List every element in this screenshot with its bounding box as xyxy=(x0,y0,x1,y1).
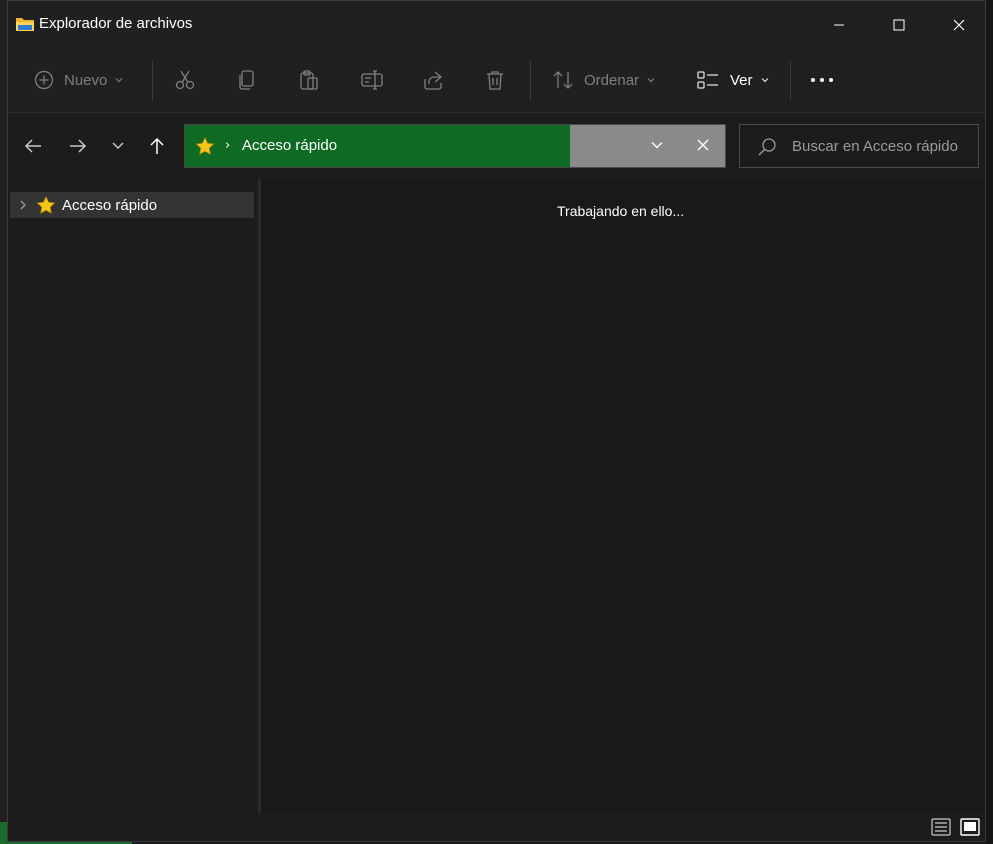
search-icon xyxy=(758,138,776,156)
command-bar: Nuevo Ordenar Ver xyxy=(8,49,985,113)
clipboard-icon xyxy=(300,70,318,90)
chevron-down-icon xyxy=(761,78,768,83)
rename-button[interactable] xyxy=(360,63,384,97)
address-bar[interactable]: › Acceso rápido xyxy=(184,124,726,168)
trash-icon xyxy=(487,71,503,90)
new-label: Nuevo xyxy=(64,71,108,89)
file-explorer-window: Explorador de archivos Nuevo Ordenar Ver… xyxy=(7,0,986,842)
status-bar xyxy=(8,813,985,841)
share-button[interactable] xyxy=(422,63,444,97)
expand-chevron-icon[interactable] xyxy=(18,199,32,211)
view-list-icon xyxy=(697,71,718,89)
chevron-down-icon[interactable] xyxy=(649,137,665,153)
stop-loading-icon[interactable] xyxy=(695,137,711,153)
maximize-button[interactable] xyxy=(869,1,929,49)
sort-label: Ordenar xyxy=(584,71,640,89)
large-icons-view-icon xyxy=(960,818,980,836)
back-button[interactable] xyxy=(18,133,48,159)
rename-icon xyxy=(361,70,383,90)
chevron-down-icon xyxy=(115,78,123,83)
navigation-pane: Acceso rápido xyxy=(8,179,258,813)
plus-circle-icon xyxy=(34,70,54,90)
more-horizontal-icon xyxy=(811,78,833,82)
minimize-button[interactable] xyxy=(809,1,869,49)
scissors-icon xyxy=(175,70,195,90)
content-area[interactable]: Trabajando en ello... xyxy=(261,179,985,813)
cut-button[interactable] xyxy=(174,63,196,97)
arrow-up-icon xyxy=(150,137,164,154)
tree-item-quick-access[interactable]: Acceso rápido xyxy=(10,192,254,218)
search-box[interactable]: Buscar en Acceso rápido xyxy=(739,124,979,168)
copy-button[interactable] xyxy=(236,63,258,97)
forward-button[interactable] xyxy=(63,133,93,159)
folder-icon xyxy=(16,18,34,31)
view-button[interactable]: Ver xyxy=(696,63,771,97)
recent-locations-button[interactable] xyxy=(103,133,133,159)
title-bar[interactable]: Explorador de archivos xyxy=(8,1,985,49)
minimize-icon xyxy=(834,24,844,26)
toolbar-separator xyxy=(530,61,531,101)
close-icon xyxy=(953,19,965,31)
view-label: Ver xyxy=(730,71,753,89)
details-view-icon xyxy=(931,818,951,836)
new-button[interactable]: Nuevo xyxy=(34,63,125,97)
up-button[interactable] xyxy=(142,133,172,159)
navigation-bar: › Acceso rápido Buscar en Acceso rápido xyxy=(8,113,985,179)
sort-icon xyxy=(553,71,573,89)
paste-button[interactable] xyxy=(298,63,320,97)
details-view-button[interactable] xyxy=(930,817,952,837)
toolbar-separator xyxy=(152,61,153,101)
delete-button[interactable] xyxy=(484,63,506,97)
breadcrumb-chevron-icon[interactable]: › xyxy=(225,138,230,153)
loading-status-text: Trabajando en ello... xyxy=(557,203,685,219)
chevron-down-icon xyxy=(112,142,124,150)
large-icons-view-button[interactable] xyxy=(959,817,981,837)
sort-button[interactable]: Ordenar xyxy=(552,63,657,97)
arrow-right-icon xyxy=(70,139,87,153)
breadcrumb-location[interactable]: Acceso rápido xyxy=(242,137,337,154)
search-input[interactable]: Buscar en Acceso rápido xyxy=(792,138,958,155)
maximize-icon xyxy=(893,19,905,31)
copy-icon xyxy=(239,70,254,90)
share-icon xyxy=(424,71,443,90)
more-options-button[interactable] xyxy=(810,63,834,97)
star-icon xyxy=(36,195,56,214)
chevron-down-icon xyxy=(647,78,655,83)
star-icon xyxy=(195,137,215,155)
background-window-edge-right xyxy=(985,0,993,844)
window-title: Explorador de archivos xyxy=(39,15,193,32)
close-button[interactable] xyxy=(929,1,989,49)
toolbar-separator xyxy=(790,61,791,101)
tree-item-label: Acceso rápido xyxy=(62,196,158,214)
arrow-left-icon xyxy=(24,139,41,153)
